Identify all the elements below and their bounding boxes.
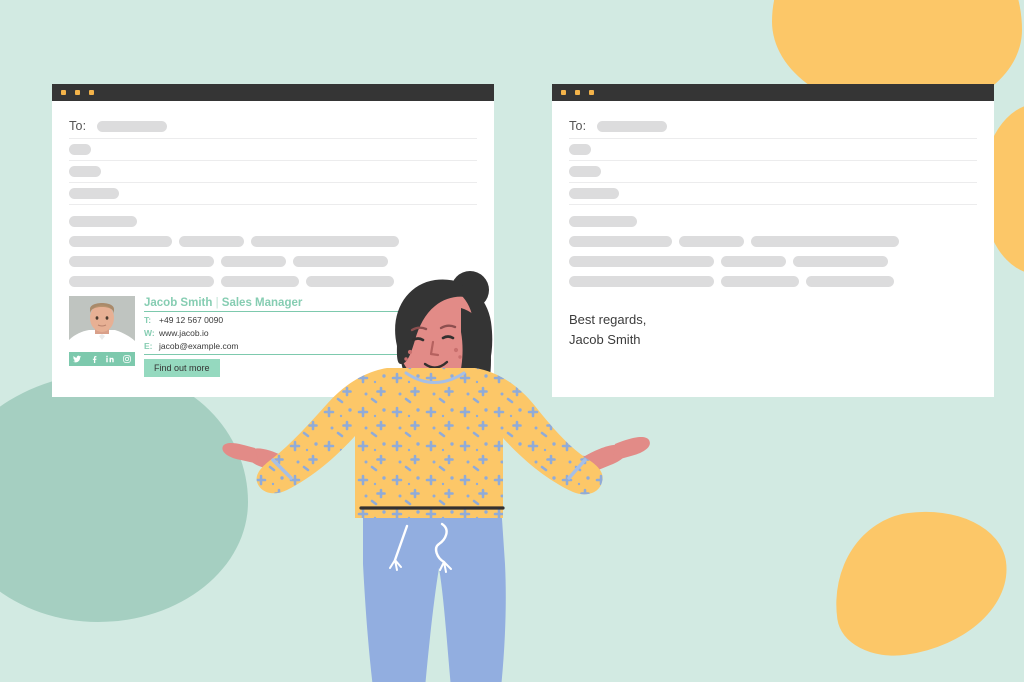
cc-field-row-right[interactable]: [569, 139, 977, 161]
body-chunk: [69, 256, 214, 267]
yellow-blob-bottom-right: [824, 500, 1017, 664]
titlebar-dot-2[interactable]: [75, 90, 80, 95]
window-titlebar-left: [52, 84, 494, 101]
body-chunk: [569, 216, 637, 227]
body-chunk: [679, 236, 744, 247]
website-label: W:: [144, 328, 155, 338]
twitter-icon[interactable]: [73, 355, 82, 363]
body-chunk: [569, 236, 672, 247]
linkedin-icon[interactable]: [106, 355, 114, 363]
body-chunk: [179, 236, 244, 247]
to-label-left: To:: [69, 119, 87, 133]
email-label: E:: [144, 341, 153, 351]
titlebar-dot-2[interactable]: [575, 90, 580, 95]
body-line-1-left: [69, 236, 477, 247]
shrugging-woman-illustration: [222, 268, 730, 682]
phone-label: T:: [144, 315, 152, 325]
facebook-icon[interactable]: [90, 355, 98, 363]
body-line-2-left: [69, 256, 477, 267]
body-line-1-right: [569, 236, 977, 247]
phone-value: +49 12 567 0090: [159, 315, 224, 325]
green-blob-left: [0, 372, 248, 622]
bcc-placeholder-left: [69, 166, 101, 177]
cc-field-row-left[interactable]: [69, 139, 477, 161]
body-chunk: [69, 276, 214, 287]
body-chunk: [569, 256, 714, 267]
to-label-right: To:: [569, 119, 587, 133]
body-chunk: [69, 236, 172, 247]
find-out-more-button[interactable]: Find out more: [144, 359, 220, 377]
subject-placeholder-left: [69, 188, 119, 199]
illustration-canvas: To: Jacob Smith | Sales Manager T: +49 1…: [0, 0, 1024, 682]
titlebar-dot-3[interactable]: [89, 90, 94, 95]
window-titlebar-right: [552, 84, 994, 101]
to-value-placeholder-right: [597, 120, 668, 132]
body-chunk: [251, 236, 399, 247]
titlebar-dot-1[interactable]: [561, 90, 566, 95]
body-chunk: [751, 236, 899, 247]
subject-field-row-right[interactable]: [569, 183, 977, 205]
titlebar-dot-3[interactable]: [589, 90, 594, 95]
body-chunk: [793, 256, 888, 267]
bcc-field-row-left[interactable]: [69, 161, 477, 183]
instagram-icon[interactable]: [122, 355, 131, 363]
body-chunk: [721, 276, 799, 287]
body-chunk: [293, 256, 388, 267]
to-value-placeholder-left: [97, 120, 168, 132]
bcc-placeholder-right: [569, 166, 601, 177]
cc-placeholder-right: [569, 144, 591, 155]
to-field-row-right[interactable]: To:: [569, 114, 977, 139]
signature-person-name: Jacob Smith: [144, 297, 213, 309]
body-line-greeting-left: [69, 216, 477, 227]
titlebar-dot-1[interactable]: [61, 90, 66, 95]
body-chunk: [721, 256, 786, 267]
body-line-2-right: [569, 256, 977, 267]
to-field-row-left[interactable]: To:: [69, 114, 477, 139]
signature-separator: |: [215, 297, 219, 309]
bcc-field-row-right[interactable]: [569, 161, 977, 183]
cc-placeholder-left: [69, 144, 91, 155]
website-value[interactable]: www.jacob.io: [159, 328, 209, 338]
signature-social-bar[interactable]: [69, 352, 135, 366]
body-chunk: [221, 256, 286, 267]
signature-photo-column: [69, 296, 135, 377]
signature-headshot: [69, 296, 135, 352]
subject-placeholder-right: [569, 188, 619, 199]
body-line-greeting-right: [569, 216, 977, 227]
email-value[interactable]: jacob@example.com: [159, 341, 239, 351]
body-chunk: [69, 216, 137, 227]
subject-field-row-left[interactable]: [69, 183, 477, 205]
body-chunk: [806, 276, 894, 287]
